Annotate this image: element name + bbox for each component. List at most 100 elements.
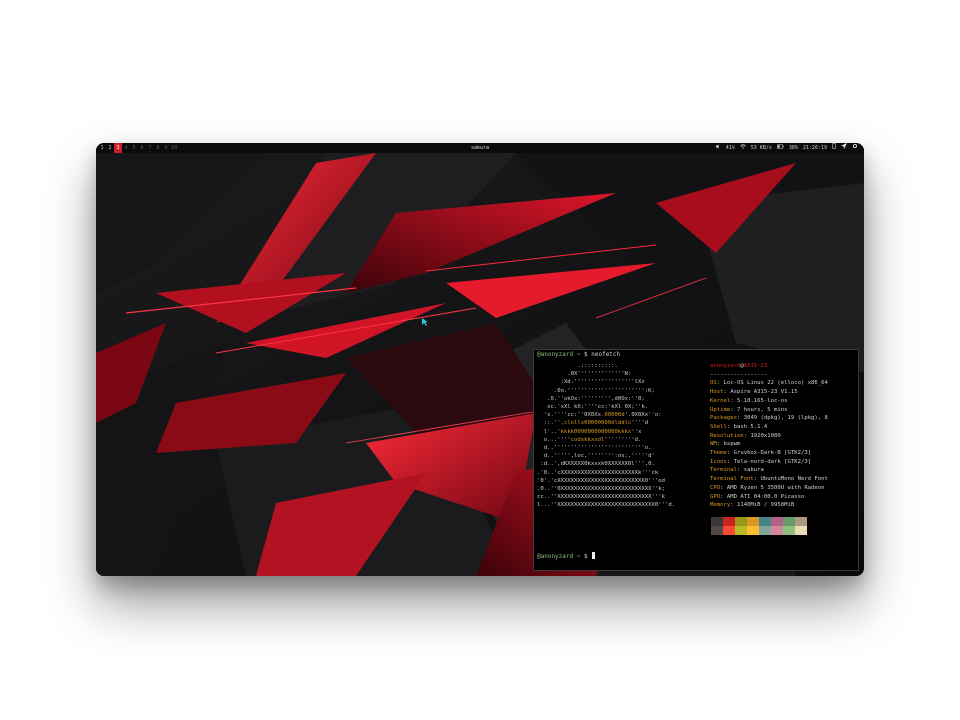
ascii-segment: '.0X0Xx''o: [624, 412, 662, 419]
color-swatch [747, 517, 759, 526]
color-swatch [723, 517, 735, 526]
ascii-line: xc.'xXl kX;''''cc:'kXl 0X;''k. [537, 403, 675, 411]
ascii-line: l...''XXXXXXXXXXXXXXXXXXXXXXXXXXXXX0'''d… [537, 501, 675, 509]
info-row: Terminal: sakura [710, 467, 764, 474]
ascii-segment: l'..' [537, 428, 561, 435]
wifi-icon[interactable] [739, 143, 746, 153]
ascii-segment: '''''''''d. [604, 436, 642, 443]
info-value: UbuntuMono Nerd Font [760, 476, 828, 483]
info-key: Theme [710, 450, 727, 457]
phone-icon[interactable] [832, 143, 836, 153]
color-swatch [771, 526, 783, 535]
color-palette [711, 517, 807, 535]
ascii-line: .0.''okOx:''''''''',d0Ox:''0; [537, 395, 675, 403]
info-key: WM [710, 441, 717, 448]
color-swatch [783, 526, 795, 535]
ascii-line: ::.'',clollx00000000dlddlc''''d [537, 419, 675, 427]
prompt-symbol: $ [584, 351, 588, 358]
info-row: Terminal Font: UbuntuMono Nerd Font [710, 476, 828, 483]
info-key: Shell [710, 423, 727, 430]
ascii-segment: .0o.''''''''''''''''''''''':K; [537, 387, 655, 394]
volume-icon[interactable] [715, 143, 721, 153]
info-value: AMD ATI 04:00.0 Picasso [726, 493, 805, 500]
info-value: Loc-OS Linux 22 (elloco) x86_64 [723, 380, 828, 387]
info-row: Host: Aspire A315-23 V1.15 [710, 389, 798, 396]
ascii-segment: .'0..'cXXXXXXXXXXXXXXXXXXXXXXXk'''ck [537, 469, 659, 476]
ascii-segment: '0'.'cXXXXXXXXXXXXXXXXXXXXXXXXXX0'''od [537, 477, 665, 484]
ascii-line: cc..''XXXXXXXXXXXXXXXXXXXXXXXXXXXX'''k [537, 493, 675, 501]
command-line: @anonyzard ~ $ neofetch [537, 351, 620, 359]
info-key: Terminal [710, 467, 737, 474]
prompt-path: ~ [576, 553, 581, 560]
terminal-window[interactable]: @anonyzard ~ $ neofetch .::::::::::. .0X… [533, 349, 859, 571]
info-value: Gruvbox-Dark-B [GTK2/3] [733, 450, 812, 457]
color-swatch [711, 526, 723, 535]
info-value: 7 hours, 5 mins [736, 406, 788, 413]
distro-ascii-logo: .::::::::::. .0X''''''''''''''N: :Xd.'''… [537, 362, 675, 510]
ascii-segment: o...'''' [537, 436, 571, 443]
system-tray: 41% 53 KB/s 38% 21:26:19 [715, 143, 858, 153]
ascii-line: d..'''''''''''''''''''''''''''o. [537, 444, 675, 452]
ascii-segment: 'x.''''cc:''0X0Xx [537, 412, 601, 419]
info-row: WM: bspwm [710, 441, 741, 448]
send-icon[interactable] [841, 143, 847, 153]
desktop-screen: 1 2 3 4 5 6 7 8 9 10 sakura 41% 53 KB/s 38% 21:26… [96, 143, 864, 576]
info-row: Icons: Tela-nord-dark [GTK2/3] [710, 458, 812, 465]
info-value: 5.10.165-loc-os [736, 397, 788, 404]
prompt-user: @anonyzard [537, 351, 574, 358]
battery-icon [776, 143, 784, 153]
info-key: CPU [710, 484, 721, 491]
info-key: Uptime [710, 406, 731, 413]
info-row: Packages: 3049 (dpkg), 19 (lpkg), 8 [710, 415, 828, 422]
info-row: Uptime: 7 hours, 5 mins [710, 406, 788, 413]
ascii-segment: ::.'' [537, 420, 561, 427]
info-value: 1140MiB / 9958MiB [736, 502, 795, 509]
info-key: Packages [710, 415, 737, 422]
ascii-segment: .0X''''''''''''''N: [537, 371, 632, 378]
prompt-symbol: $ [584, 553, 588, 560]
color-swatch [723, 526, 735, 535]
ascii-segment: d..''''',loc,'''''''':os:,'''''d' [537, 453, 655, 460]
settings-icon[interactable] [852, 143, 858, 153]
ascii-line: .0X''''''''''''''N: [537, 370, 675, 378]
input-line[interactable]: @anonyzard ~ $ [537, 552, 596, 561]
color-swatch [735, 526, 747, 535]
ascii-segment: :Xd.''''''''''''''''''lXx [537, 379, 645, 386]
ascii-line: :d..',dKXXXXX0kxxxk0XXXXXX0l''',0. [537, 460, 675, 468]
color-swatch [711, 517, 723, 526]
user-host: anonyzard@A315-23 [710, 362, 828, 371]
info-key: Terminal Font [710, 476, 754, 483]
color-swatch [735, 517, 747, 526]
info-key: Memory [710, 502, 731, 509]
text-cursor [592, 552, 596, 559]
info-row: Shell: bash 5.1.4 [710, 423, 768, 430]
ascii-segment: d..'''''''''''''''''''''''''''o. [537, 445, 652, 452]
info-row: GPU: AMD ATI 04:00.0 Picasso [710, 493, 805, 500]
info-value: 3049 (dpkg), 19 (lpkg), 8 [743, 415, 828, 422]
info-row: Kernel: 5.10.165-loc-os [710, 397, 788, 404]
ascii-segment: cc..''XXXXXXXXXXXXXXXXXXXXXXXXXXXX'''k [537, 494, 665, 501]
ascii-line: .'0..'cXXXXXXXXXXXXXXXXXXXXXXXk'''ck [537, 469, 675, 477]
color-swatch [795, 526, 807, 535]
info-value: AMD Ryzen 5 3500U with Radeon [726, 484, 825, 491]
ascii-line: l'..'kkkk0000000000000kkkx''x [537, 428, 675, 436]
info-key: OS [710, 380, 717, 387]
info-value: 1920x1080 [750, 432, 781, 439]
battery-level: 38% [788, 145, 798, 151]
ascii-line: '0'.'cXXXXXXXXXXXXXXXXXXXXXXXXXX0'''od [537, 477, 675, 485]
info-value: Aspire A315-23 V1.15 [730, 389, 798, 396]
ascii-segment: codxkkxxdl [570, 436, 605, 443]
color-swatch [771, 517, 783, 526]
info-row: OS: Loc-OS Linux 22 (elloco) x86_64 [710, 380, 828, 387]
info-row: Memory: 1140MiB / 9958MiB [710, 502, 795, 509]
color-swatch [747, 526, 759, 535]
ascii-segment: .0..''0XXXXXXXXXXXXXXXXXXXXXXXXXXX''k; [537, 486, 665, 493]
ascii-line: d..''''',loc,'''''''':os:,'''''d' [537, 452, 675, 460]
system-info: anonyzard@A315-23 ----------------- OS: … [710, 362, 828, 510]
color-swatch [783, 517, 795, 526]
ascii-line: 'x.''''cc:''0X0Xx.00000d'.0X0Xx''o: [537, 411, 675, 419]
clock: 21:26:19 [802, 145, 827, 151]
top-bar: 1 2 3 4 5 6 7 8 9 10 sakura 41% 53 KB/s 38% 21:26… [96, 143, 864, 153]
command-text: neofetch [591, 351, 621, 358]
color-swatch [759, 517, 771, 526]
